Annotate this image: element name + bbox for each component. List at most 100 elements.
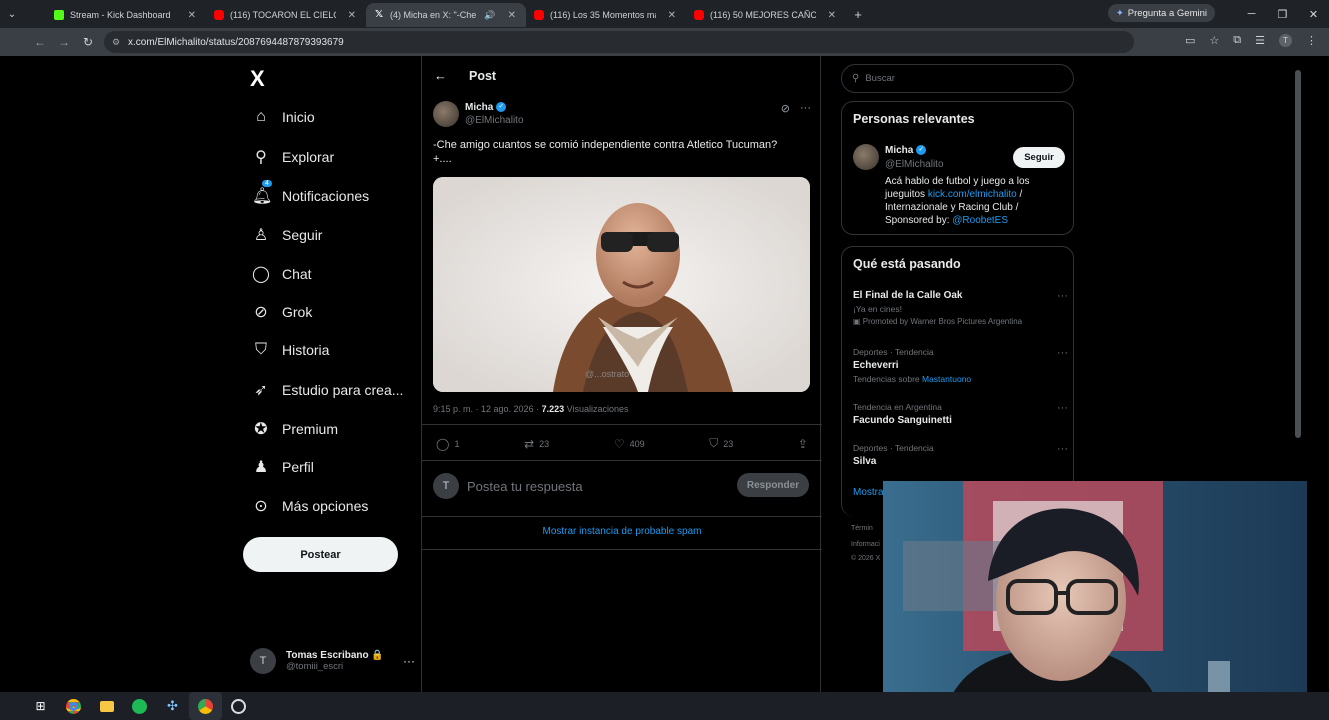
author-avatar[interactable] <box>433 101 459 127</box>
nav-item-notificaciones[interactable]: 🔔︎ 4 Notificaciones <box>252 180 369 206</box>
reply-button[interactable]: ◯ 1 <box>436 436 459 451</box>
divider <box>422 424 822 425</box>
menu-icon[interactable]: ⋮ <box>1306 34 1317 47</box>
bio-mention-link[interactable]: @RoobetES <box>952 215 1008 226</box>
nav-item-mas-opciones[interactable]: ⊙ Más opciones <box>252 496 368 516</box>
trend-title: Echeverri <box>853 360 899 371</box>
nav-item-premium[interactable]: ✪ Premium <box>252 419 338 439</box>
nav-item-inicio[interactable]: ⌂ Inicio <box>252 108 315 126</box>
trend-item[interactable]: Tendencia en Argentina Facundo Sanguinet… <box>853 402 1068 426</box>
grok-icon[interactable]: ⊘ <box>781 102 790 115</box>
star-icon[interactable]: ☆ <box>1209 34 1219 47</box>
spotify-icon[interactable] <box>123 692 156 720</box>
show-spam-link[interactable]: Mostrar instancia de probable spam <box>422 526 822 537</box>
post-video[interactable]: @...ostrato <box>433 177 810 392</box>
trend-link[interactable]: Mastantuono <box>922 374 971 384</box>
gemini-icon: ✦ <box>1115 7 1124 19</box>
more-icon[interactable]: ··· <box>1057 347 1068 359</box>
site-info-icon[interactable]: ⚙ <box>112 37 120 48</box>
post-timestamp[interactable]: 9:15 p. m. · 12 ago. 2026 · <box>433 404 542 414</box>
reload-icon[interactable]: ↻ <box>76 35 100 49</box>
more-icon[interactable]: ··· <box>403 654 415 668</box>
trend-context: Deportes · Tendencia <box>853 443 934 453</box>
extensions-icon[interactable]: ⧉ <box>1233 34 1241 47</box>
avatar[interactable] <box>853 144 879 170</box>
relevant-bio: Acá hablo de futbol y juego a los juegui… <box>885 175 1065 227</box>
trend-item[interactable]: Deportes · Tendencia Echeverri Tendencia… <box>853 347 1068 384</box>
restore-icon[interactable]: ❐ <box>1267 8 1298 21</box>
repost-button[interactable]: ⇄ 23 <box>524 436 549 451</box>
bookmark-button[interactable]: ⛉ 23 <box>709 436 733 451</box>
post-button[interactable]: Postear <box>243 537 398 572</box>
minimize-icon[interactable]: ─ <box>1236 8 1267 20</box>
nav-item-historia[interactable]: ⛉ Historia <box>252 341 329 359</box>
follow-button[interactable]: Seguir <box>1013 147 1065 168</box>
nav-item-chat[interactable]: ◯ Chat <box>252 264 312 284</box>
windows-start-icon[interactable]: ⊞ <box>24 692 57 720</box>
more-icon[interactable]: ··· <box>800 102 811 115</box>
new-tab-icon[interactable]: + <box>846 7 870 22</box>
bio-link[interactable]: kick.com/elmichalito <box>928 189 1017 200</box>
trend-item[interactable]: Deportes · Tendencia Silva ··· <box>853 443 1068 467</box>
nav-label: Perfil <box>282 459 314 475</box>
scrollbar-thumb[interactable] <box>1295 70 1301 438</box>
footer-link[interactable]: Términ <box>851 525 873 532</box>
tab-youtube-2[interactable]: (116) Los 35 Momentos más IR ✕ <box>526 3 686 27</box>
close-icon[interactable]: ✕ <box>668 10 676 21</box>
relevant-handle[interactable]: @ElMichalito <box>885 159 944 170</box>
post-text-line: -Che amigo cuantos se comió independient… <box>433 139 778 151</box>
trends-card: Qué está pasando El Final de la Calle Oa… <box>841 246 1074 516</box>
close-window-icon[interactable]: ✕ <box>1298 8 1329 21</box>
x-logo[interactable]: X <box>250 66 265 92</box>
chrome-icon[interactable] <box>57 692 90 720</box>
profile-avatar[interactable]: T <box>1279 34 1292 47</box>
author-handle[interactable]: @ElMichalito <box>465 115 524 126</box>
close-icon[interactable]: ✕ <box>188 10 196 21</box>
nav-item-explorar[interactable]: ⚲ Explorar <box>252 147 334 167</box>
tab-search-icon[interactable]: ☰ <box>1255 34 1265 47</box>
show-more-link[interactable]: Mostra <box>853 487 884 498</box>
app-icon[interactable]: ✣ <box>156 692 189 720</box>
account-switcher[interactable]: T Tomas Escribano 🔒 @tomiii_escri ··· <box>250 648 415 674</box>
youtube-icon <box>214 10 224 20</box>
chrome-active-icon[interactable] <box>189 692 222 720</box>
divider <box>422 516 822 517</box>
file-explorer-icon[interactable] <box>90 692 123 720</box>
video-watermark: @...ostrato <box>585 369 629 379</box>
tab-kick[interactable]: Stream - Kick Dashboard ✕ <box>46 3 206 27</box>
footer-link[interactable]: Informaci <box>851 541 880 548</box>
reply-submit-button[interactable]: Responder <box>737 473 809 497</box>
close-icon[interactable]: ✕ <box>348 10 356 21</box>
nav-item-estudio[interactable]: ➶ Estudio para crea... <box>252 380 403 400</box>
more-icon[interactable]: ··· <box>1057 290 1068 302</box>
speaker-icon[interactable]: 🔊 <box>484 10 495 21</box>
more-icon[interactable]: ··· <box>1057 402 1068 414</box>
tab-x-post[interactable]: 𝕏 (4) Micha en X: "-Che amig 🔊 ✕ <box>366 3 526 27</box>
more-icon[interactable]: ··· <box>1057 443 1068 455</box>
like-button[interactable]: ♡ 409 <box>614 436 645 451</box>
close-icon[interactable]: ✕ <box>828 10 836 21</box>
tab-youtube-3[interactable]: (116) 50 MEJORES CAÑOS DEL ✕ <box>686 3 846 27</box>
promoted-icon: ▣ <box>853 317 863 326</box>
close-icon[interactable]: ✕ <box>508 10 516 21</box>
back-arrow-icon[interactable]: ← <box>434 68 447 83</box>
back-icon[interactable]: ← <box>28 35 52 49</box>
gemini-button[interactable]: ✦ Pregunta a Gemini <box>1107 4 1215 22</box>
tab-youtube-1[interactable]: (116) TOCARON EL CIELO Y NU ✕ <box>206 3 366 27</box>
avatar: T <box>250 648 276 674</box>
share-button[interactable]: ⇪ <box>798 436 808 451</box>
obs-icon[interactable] <box>222 692 255 720</box>
reply-input[interactable]: Postea tu respuesta <box>467 479 583 494</box>
trend-item[interactable]: El Final de la Calle Oak ¡Ya en cines! ▣… <box>853 290 1068 326</box>
author-name[interactable]: Micha ✓ <box>465 102 507 113</box>
forward-icon[interactable]: → <box>52 35 76 49</box>
nav-item-seguir[interactable]: ♙ Seguir <box>252 225 323 245</box>
nav-item-perfil[interactable]: ♟ Perfil <box>252 457 314 477</box>
search-input[interactable]: ⚲ Buscar <box>841 64 1074 93</box>
tab-list-icon[interactable]: ⌄ <box>0 9 24 20</box>
cast-icon[interactable]: ▭ <box>1185 34 1195 47</box>
relevant-people-card: Personas relevantes Micha ✓ @ElMichalito … <box>841 101 1074 235</box>
nav-item-grok[interactable]: ⊘ Grok <box>252 302 312 322</box>
address-bar[interactable]: ⚙ x.com/ElMichalito/status/2087694487879… <box>104 31 1134 53</box>
relevant-name[interactable]: Micha ✓ <box>885 145 927 156</box>
